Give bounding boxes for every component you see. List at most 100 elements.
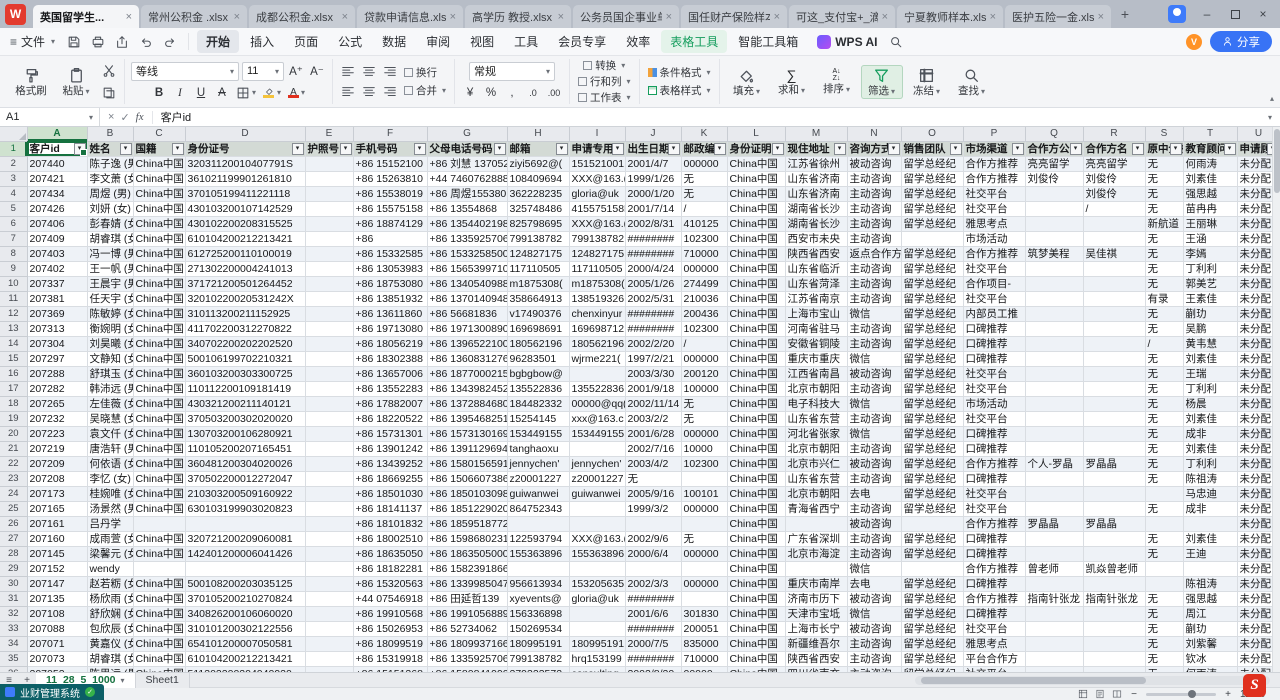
document-tab[interactable]: 英国留学生...× (33, 5, 139, 28)
row-header-25[interactable]: 25 (0, 501, 27, 516)
cell[interactable]: China中国 (133, 441, 185, 456)
cell[interactable]: China中国 (727, 381, 785, 396)
cell[interactable]: 强思越 (1183, 186, 1237, 201)
cell[interactable]: China中国 (727, 306, 785, 321)
cell[interactable] (305, 171, 353, 186)
cell[interactable]: 130703200106280921 (185, 426, 305, 441)
column-header-S[interactable]: S (1145, 127, 1183, 141)
increase-font-icon[interactable]: A⁺ (287, 62, 305, 80)
cell[interactable]: 102300 (681, 231, 727, 246)
cell[interactable]: 000000 (681, 261, 727, 276)
cell[interactable] (569, 516, 625, 531)
cell[interactable]: +86 1372884680 (427, 396, 507, 411)
cell[interactable]: jennychen' (507, 456, 569, 471)
cell[interactable]: hrq153199 (569, 651, 625, 666)
cell[interactable]: 罗晶晶 (1083, 516, 1145, 531)
cell[interactable]: 无 (1145, 201, 1183, 216)
cell[interactable]: 2002/11/14 (625, 396, 681, 411)
copy-button[interactable] (100, 84, 118, 102)
cell[interactable]: China中国 (727, 516, 785, 531)
cell[interactable]: 山东省菏泽 (785, 276, 847, 291)
cell[interactable]: 799138782 (569, 231, 625, 246)
cell[interactable] (1025, 576, 1083, 591)
cell[interactable]: China中国 (133, 201, 185, 216)
cell[interactable]: 上海市宝山 (785, 306, 847, 321)
cell[interactable]: China中国 (727, 621, 785, 636)
column-header-L[interactable]: L (727, 127, 785, 141)
cell[interactable]: 207337 (27, 276, 87, 291)
cell[interactable]: +86 1991056889 (427, 606, 507, 621)
cell[interactable]: 梁馨元 (女 (87, 546, 133, 561)
align-left-icon[interactable] (339, 83, 357, 101)
cell[interactable]: 留学总经纪 (901, 186, 963, 201)
column-header-P[interactable]: P (963, 127, 1025, 141)
cell[interactable]: China中国 (133, 381, 185, 396)
cell[interactable]: 1999/1/26 (625, 171, 681, 186)
cell[interactable]: +86 18056219 (353, 336, 427, 351)
cell[interactable]: China中国 (727, 396, 785, 411)
cell[interactable]: 王迪 (1183, 546, 1237, 561)
cell[interactable]: +86 1580156591 (427, 456, 507, 471)
cell[interactable]: 主动咨询 (847, 291, 901, 306)
cell[interactable] (305, 486, 353, 501)
cell[interactable]: 留学总经纪 (901, 606, 963, 621)
cell[interactable]: 苗冉冉 (1183, 201, 1237, 216)
header-cell[interactable]: 咨询方式▾ (847, 141, 901, 156)
cell[interactable]: 山东省临沂 (785, 261, 847, 276)
cell[interactable]: 黄嘉仪 (女 (87, 636, 133, 651)
cell[interactable]: 180995191 (507, 636, 569, 651)
menu-tab[interactable]: 数据 (373, 30, 415, 53)
cell[interactable] (901, 516, 963, 531)
cell[interactable]: 微信 (847, 306, 901, 321)
column-header-M[interactable]: M (785, 127, 847, 141)
cell[interactable] (901, 561, 963, 576)
cell[interactable]: 主动咨询 (847, 546, 901, 561)
worksheet-button[interactable]: 工作表▾ (576, 91, 633, 105)
cell[interactable] (185, 561, 305, 576)
cell[interactable]: 无 (1145, 321, 1183, 336)
cell[interactable]: 王一帆 (男 (87, 261, 133, 276)
header-cell[interactable]: 现住地址▾ (785, 141, 847, 156)
cell[interactable]: 北京市朝阳 (785, 381, 847, 396)
cell[interactable]: 155363896 (507, 546, 569, 561)
cell[interactable]: 被动咨询 (847, 366, 901, 381)
cell[interactable] (681, 561, 727, 576)
cell[interactable]: 左佳薇 (女 (87, 396, 133, 411)
cell[interactable]: +86 1339985047 (427, 576, 507, 591)
cell[interactable]: +86 15026953 (353, 621, 427, 636)
page-break-view-icon[interactable] (1111, 689, 1122, 700)
cell[interactable]: 包欣辰 (女 (87, 621, 133, 636)
cell[interactable]: 西安市未央 (785, 231, 847, 246)
cell[interactable]: 留学总经纪 (901, 321, 963, 336)
column-header-H[interactable]: H (507, 127, 569, 141)
cell[interactable]: +86 刘慧 137052 (427, 156, 507, 171)
cell[interactable]: 207152 (27, 561, 87, 576)
filter-dropdown-icon[interactable]: ▾ (292, 143, 304, 155)
conditional-format-button[interactable]: 条件格式▾ (646, 66, 713, 80)
row-header-13[interactable]: 13 (0, 321, 27, 336)
cell[interactable] (1025, 231, 1083, 246)
cell[interactable]: 合作方推荐 (963, 156, 1025, 171)
cell[interactable]: +86 52734062 (427, 621, 507, 636)
cell[interactable]: 无 (1145, 456, 1183, 471)
cell[interactable]: China中国 (727, 231, 785, 246)
cell[interactable]: 654101200007050581 (185, 636, 305, 651)
currency-format-button[interactable]: ¥ (461, 84, 479, 102)
cell[interactable]: 102300 (681, 456, 727, 471)
horizontal-scrollbar[interactable] (915, 676, 1270, 685)
cell[interactable]: 刘俊伶 (1025, 171, 1083, 186)
header-cell[interactable]: 合作方公▾ (1025, 141, 1083, 156)
cell[interactable]: China中国 (727, 576, 785, 591)
cell[interactable]: 无 (1145, 426, 1183, 441)
fill-color-button[interactable]: ▾ (261, 84, 283, 102)
cell[interactable]: 留学总经纪 (901, 366, 963, 381)
cell[interactable]: 留学总经纪 (901, 486, 963, 501)
cell[interactable]: 2001/4/7 (625, 156, 681, 171)
cell[interactable] (1025, 291, 1083, 306)
cell[interactable]: 留学总经纪 (901, 306, 963, 321)
cell[interactable]: 江苏省徐州 (785, 156, 847, 171)
row-header-32[interactable]: 32 (0, 606, 27, 621)
cell[interactable]: China中国 (133, 336, 185, 351)
rows-cols-button[interactable]: 行和列▾ (576, 75, 633, 89)
cell[interactable]: China中国 (133, 471, 185, 486)
